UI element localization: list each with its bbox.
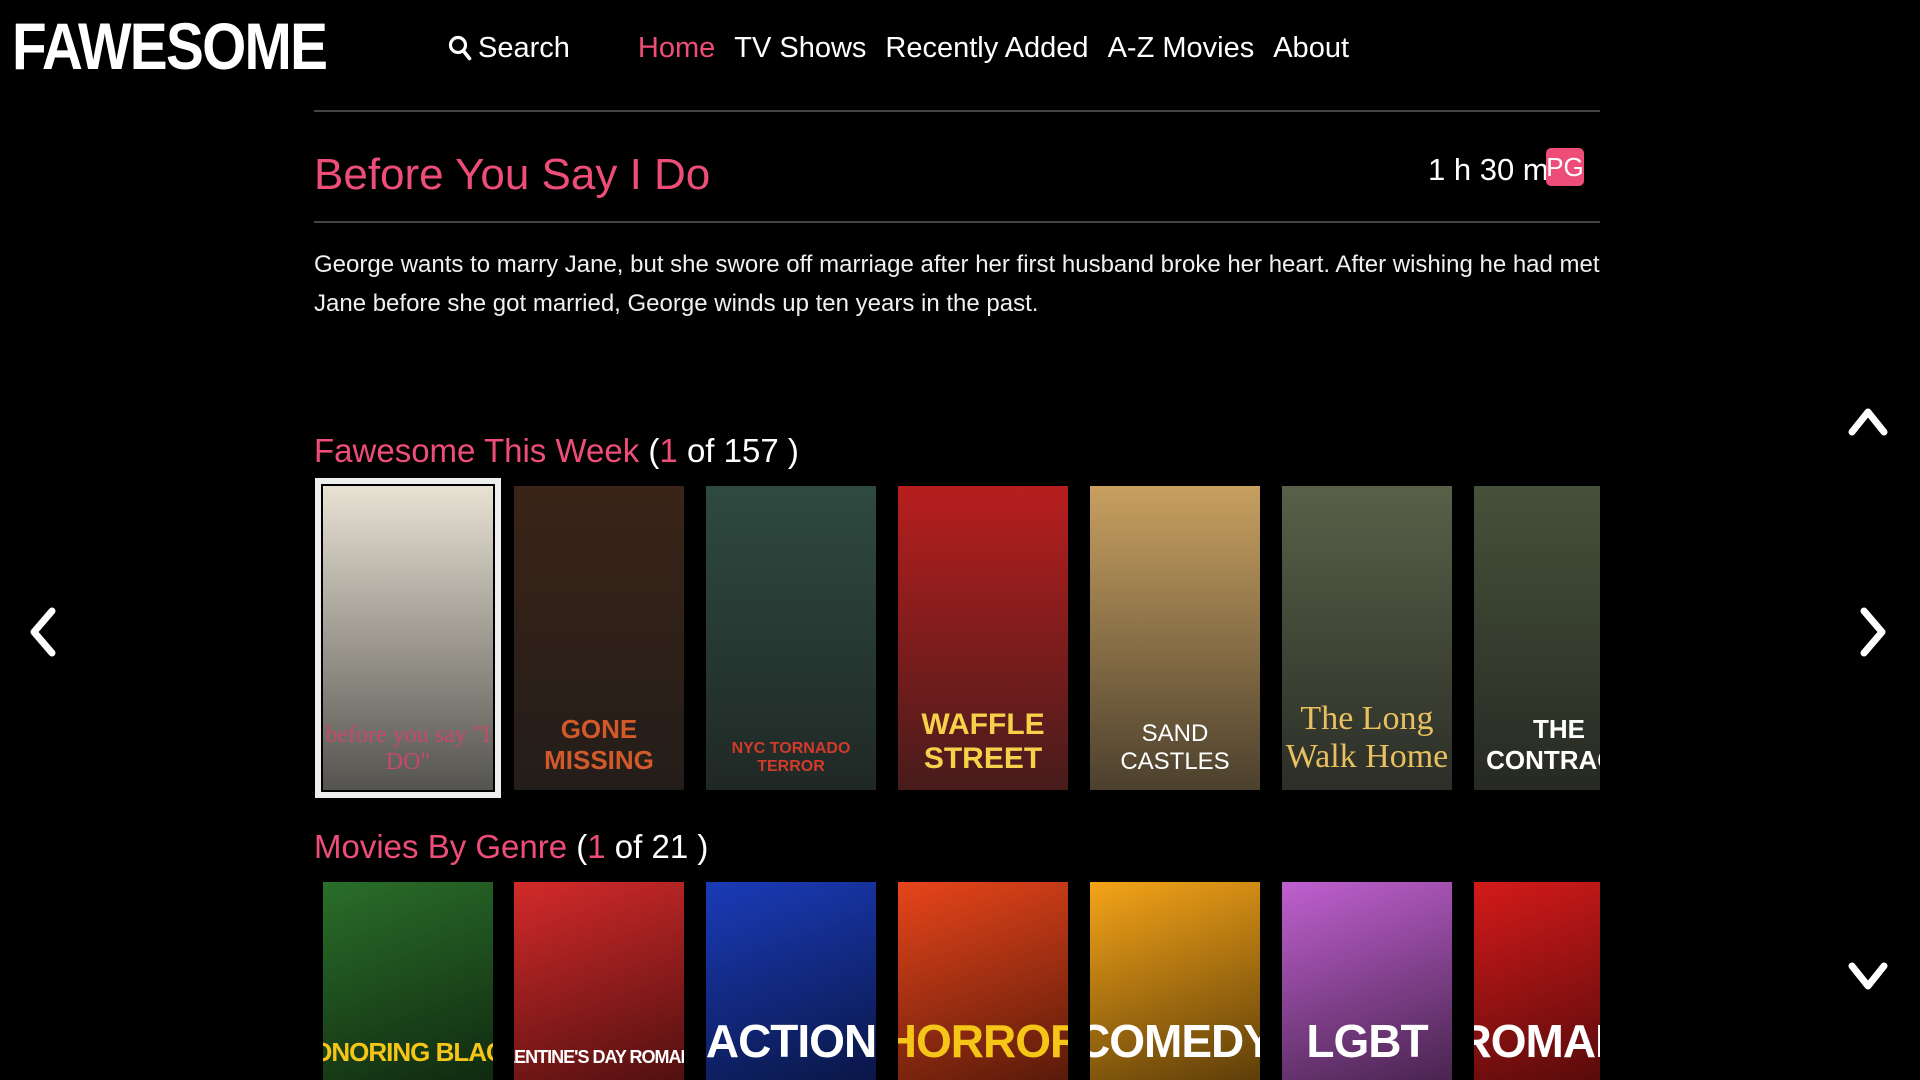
genre-label: VALENTINE'S DAY ROMANCE [514,1047,684,1067]
poster-card[interactable]: The Long Walk Home [1282,486,1452,790]
this-week-carousel: before you say "I DO" GONE MISSING NYC T… [314,476,1600,806]
genre-label: ACTION [706,1015,876,1067]
genre-label: ROMANC [1474,1015,1600,1067]
section-this-week-close: ) [787,432,799,469]
poster-card[interactable]: NYC TORNADO TERROR [706,486,876,790]
section-genres-label: Movies By Genre [314,828,568,865]
genre-label: COMEDY [1090,1015,1260,1067]
poster-title: SAND CASTLES [1120,720,1230,775]
nav-about[interactable]: About [1273,32,1349,65]
chevron-right-icon[interactable] [1858,606,1888,658]
genre-card[interactable]: HORROR [898,882,1068,1080]
chevron-up-icon[interactable] [1847,404,1889,438]
chevron-left-icon[interactable] [28,606,58,658]
section-this-week-current: 1 [659,432,678,469]
poster-card[interactable]: SAND CASTLES [1090,486,1260,790]
nav-a-z-movies[interactable]: A-Z Movies [1108,32,1255,65]
nav-home[interactable]: Home [638,32,715,65]
genre-card[interactable]: ROMANC [1474,882,1600,1080]
poster-card[interactable]: THE CONTRACT [1474,486,1600,790]
genre-card[interactable]: ACTION [706,882,876,1080]
section-genres-total: of 21 [614,828,689,865]
genre-label: LGBT [1306,1015,1428,1067]
movie-duration: 1 h 30 m [1428,152,1549,187]
section-genres-open: ( [576,828,588,865]
section-genres-close: ) [697,828,709,865]
poster-card[interactable]: before you say "I DO" [315,478,501,798]
section-this-week-total: of 157 [686,432,779,469]
section-this-week-open: ( [648,432,660,469]
genre-card[interactable]: LGBT [1282,882,1452,1080]
poster-title: GONE MISSING [544,714,654,775]
search-button[interactable]: Search [448,32,570,65]
movie-description: George wants to marry Jane, but she swor… [314,251,1600,317]
poster-title: THE CONTRACT [1486,714,1600,775]
genre-card[interactable]: COMEDY [1090,882,1260,1080]
section-this-week-title: Fawesome This Week (1 of 157 ) [314,432,799,470]
poster-title: NYC TORNADO TERROR [731,740,851,775]
search-icon [448,35,472,61]
chevron-down-icon[interactable] [1847,960,1889,994]
genre-label: HONORING BLACK [323,1037,493,1067]
search-label: Search [478,31,570,64]
poster-card[interactable]: WAFFLE STREET [898,486,1068,790]
genre-carousel: HONORING BLACK VALENTINE'S DAY ROMANCE A… [314,882,1600,1080]
genre-card[interactable]: VALENTINE'S DAY ROMANCE [514,882,684,1080]
poster-title: WAFFLE STREET [921,708,1045,775]
poster-title: The Long Walk Home [1285,700,1449,775]
rating-badge: PG [1546,148,1584,186]
section-this-week-label: Fawesome This Week [314,432,640,469]
genre-label: HORROR [898,1015,1068,1067]
nav-recently-added[interactable]: Recently Added [885,32,1088,65]
movie-title: Before You Say I Do [314,150,711,199]
divider-top [314,110,1600,112]
divider-bottom [314,221,1600,223]
nav-tv-shows[interactable]: TV Shows [734,32,866,65]
genre-card[interactable]: HONORING BLACK [323,882,493,1080]
section-genres-title: Movies By Genre (1 of 21 ) [314,828,708,866]
top-nav: Search Home TV Shows Recently Added A-Z … [448,24,1368,72]
section-genres-current: 1 [587,828,606,865]
poster-card[interactable]: GONE MISSING [514,486,684,790]
fawesome-logo[interactable]: FAWESOME [12,6,328,86]
poster-title: before you say "I DO" [325,722,491,775]
